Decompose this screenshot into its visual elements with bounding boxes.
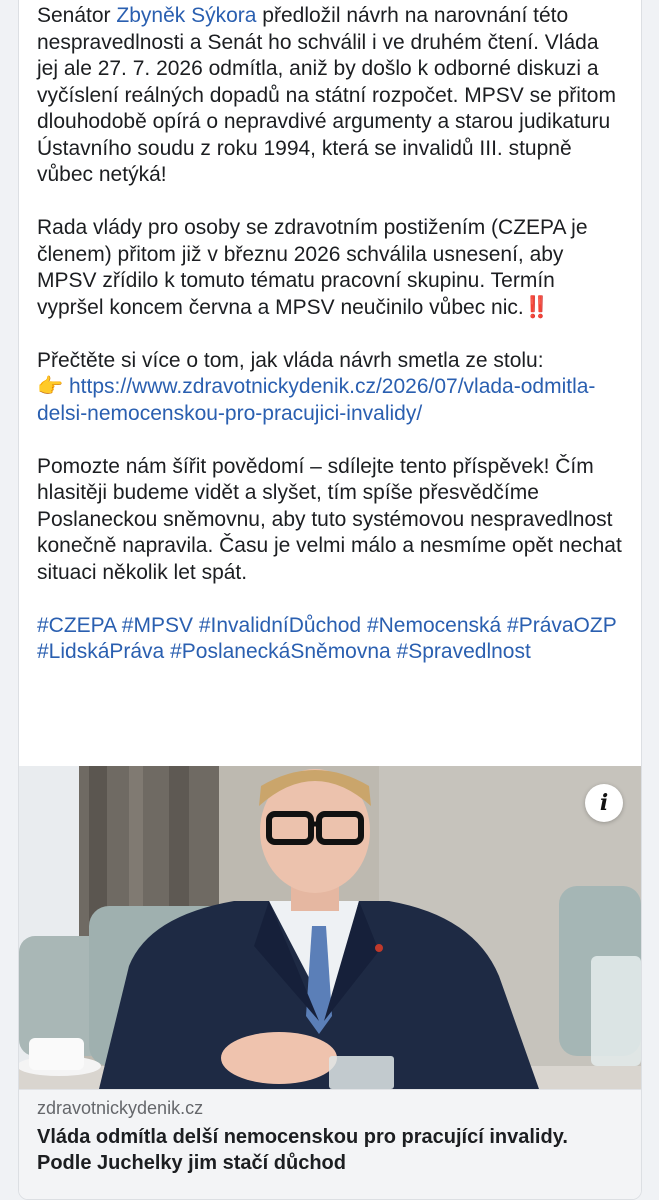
article-link[interactable]: https://www.zdravotnickydenik.cz/2026/07… — [37, 375, 595, 425]
paragraph-1-start: Senátor — [37, 4, 117, 27]
paragraph-3-text: Přečtěte si více o tom, jak vláda návrh … — [37, 348, 544, 372]
double-exclamation-icon: ‼️ — [523, 295, 550, 319]
paragraph-2-text: Rada vlády pro osoby se zdravotním posti… — [37, 216, 588, 319]
paragraph-1-end: předložil návrh na narovnání této nespra… — [37, 4, 616, 186]
post-card: Senátor Zbyněk Sýkora předložil návrh na… — [18, 0, 642, 1200]
link-preview-caption[interactable]: zdravotnickydenik.cz Vláda odmítla delší… — [19, 1089, 641, 1199]
link-preview-image[interactable]: i — [19, 766, 641, 1089]
hashtags[interactable]: #CZEPA #MPSV #InvalidníDůchod #Nemocensk… — [37, 613, 623, 666]
paragraph-2: Rada vlády pro osoby se zdravotním posti… — [37, 215, 623, 321]
pointing-hand-icon: 👉 — [37, 375, 64, 398]
link-preview-headline[interactable]: Vláda odmítla delší nemocenskou pro prac… — [37, 1124, 597, 1176]
info-icon[interactable]: i — [585, 784, 623, 822]
link-preview-domain: zdravotnickydenik.cz — [37, 1098, 204, 1118]
paragraph-4: Pomozte nám šířit povědomí – sdílejte te… — [37, 454, 622, 584]
paragraph-3: Přečtěte si více o tom, jak vláda návrh … — [37, 348, 623, 428]
paragraph-1: Senátor Zbyněk Sýkora předložil návrh na… — [37, 3, 623, 189]
post-text: Senátor Zbyněk Sýkora předložil návrh na… — [19, 0, 641, 666]
author-link[interactable]: Zbyněk Sýkora — [116, 4, 256, 27]
photo-illustration — [19, 766, 641, 1089]
info-icon-glyph: i — [599, 790, 609, 816]
